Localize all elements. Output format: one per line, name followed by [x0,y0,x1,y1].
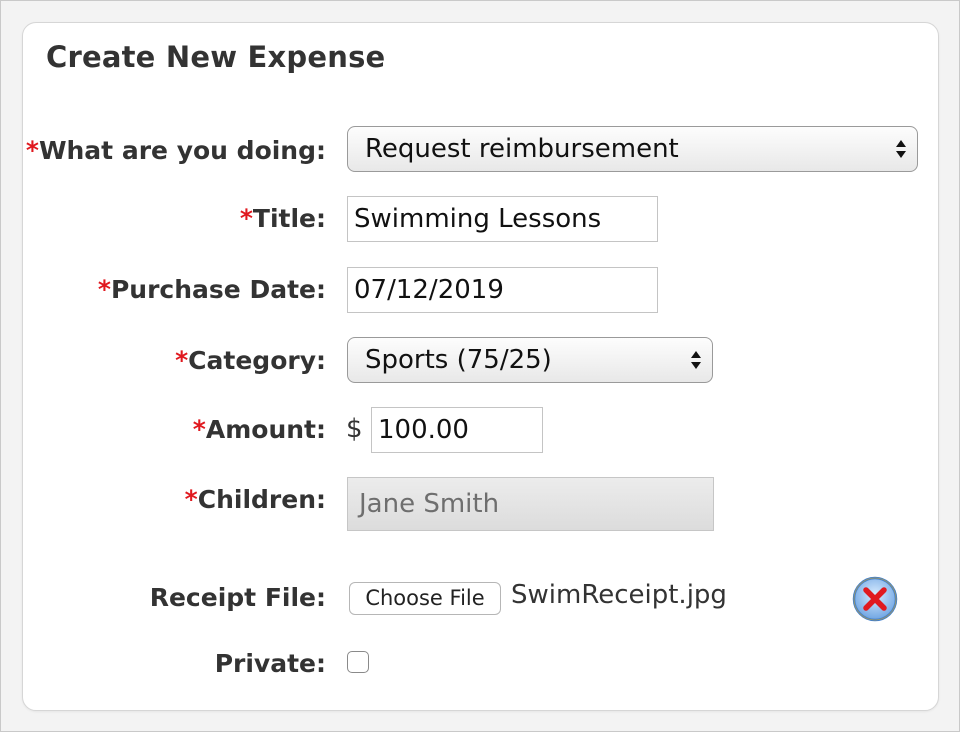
up-down-arrows-icon [896,140,906,158]
purchase-date-input[interactable]: 07/12/2019 [347,267,658,313]
category-select-value: Sports (75/25) [365,345,552,375]
form-title: Create New Expense [46,40,386,74]
amount-input[interactable]: 100.00 [371,407,543,453]
amount-label: *Amount: [193,415,326,444]
category-select[interactable]: Sports (75/25) [347,337,713,383]
children-label-text: Children: [197,485,326,514]
private-label: Private: [214,649,326,678]
amount-label-text: Amount: [205,415,326,444]
required-marker: * [175,346,189,375]
required-marker: * [239,204,253,233]
receipt-filename: SwimReceipt.jpg [511,580,727,610]
children-label: *Children: [185,485,326,514]
category-label: *Category: [175,346,326,375]
required-marker: * [192,415,206,444]
required-marker: * [25,136,39,165]
receipt-label: Receipt File: [149,583,326,612]
doing-select-value: Request reimbursement [365,134,679,164]
purchase-date-label-text: Purchase Date: [110,275,326,304]
doing-label-text: What are you doing: [38,136,326,165]
doing-select[interactable]: Request reimbursement [347,126,918,172]
category-label-text: Category: [188,346,326,375]
children-field: Jane Smith [347,477,714,531]
up-down-arrows-icon [691,351,701,369]
choose-file-button[interactable]: Choose File [349,582,501,615]
title-input[interactable]: Swimming Lessons [347,196,658,242]
required-marker: * [97,275,111,304]
required-marker: * [184,485,198,514]
remove-file-icon[interactable] [852,576,898,622]
doing-label: *What are you doing: [26,136,326,165]
title-label-text: Title: [252,204,326,233]
purchase-date-label: *Purchase Date: [98,275,326,304]
currency-symbol: $ [346,414,363,444]
title-label: *Title: [240,204,326,233]
private-checkbox[interactable] [347,651,369,673]
